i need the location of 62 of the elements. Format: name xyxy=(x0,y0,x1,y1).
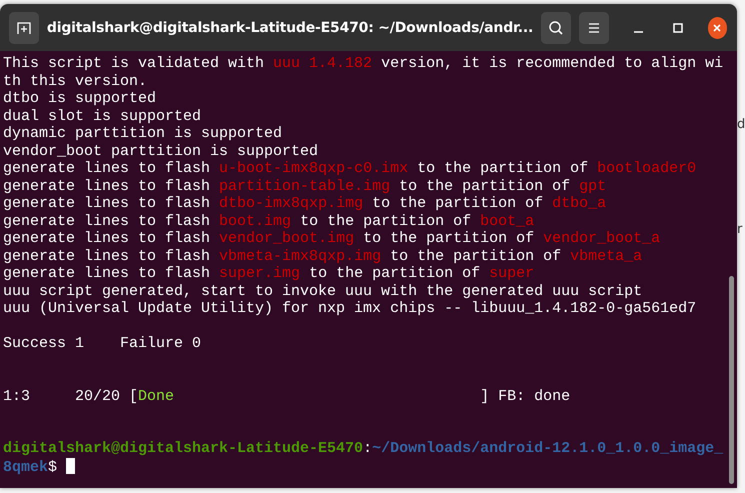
terminal-text: uuu script generated, start to invoke uuu with the generated uuu script xyxy=(3,282,642,300)
terminal-text: dynamic parttition is supported xyxy=(3,125,282,142)
search-button[interactable] xyxy=(541,12,571,44)
terminal-text: super xyxy=(489,265,534,282)
menu-icon xyxy=(586,22,601,34)
terminal-text: ] FB: done xyxy=(479,388,570,404)
terminal-text: vendor_boot parttition is supported xyxy=(3,142,318,160)
terminal-text: uuu 1.4.182 xyxy=(273,55,372,72)
terminal-text: bootloader0 xyxy=(597,160,696,177)
terminal-text: Success 1 Failure 0 xyxy=(3,335,202,352)
new-tab-button[interactable] xyxy=(9,12,39,44)
terminal-text: vbmeta-imx8qxp.img xyxy=(219,248,382,264)
close-icon xyxy=(711,22,724,34)
minimize-icon xyxy=(634,30,644,32)
text-cursor xyxy=(66,458,76,474)
close-button[interactable] xyxy=(708,16,727,38)
terminal-text: vendor_boot.img xyxy=(219,230,354,247)
terminal-text: dtbo_a xyxy=(552,195,606,212)
terminal-text: digitalshark@digitalshark-Latitude-E5470 xyxy=(3,440,364,457)
terminal-text: generate lines to flash xyxy=(3,160,212,177)
terminal-text: This script is validated with xyxy=(3,55,266,72)
terminal-text: to the partition of xyxy=(389,248,562,264)
terminal-text: boot_a xyxy=(480,212,534,230)
terminal-text: ~/Downloads/android-12.1.0_1.0.0_image_ xyxy=(372,440,724,457)
terminal-text: to the partition of xyxy=(299,212,472,230)
new-tab-icon xyxy=(16,20,32,36)
maximize-icon xyxy=(672,22,684,34)
terminal-text: partition-table.img xyxy=(219,178,390,194)
window-title: digitalshark@digitalshark-Latitude-E5470: ~/Downloads/andr... xyxy=(46,20,534,36)
terminal-text: to the partition of xyxy=(371,195,544,212)
terminal-text: super.img xyxy=(219,265,300,282)
search-icon xyxy=(548,20,564,36)
terminal-text: to the partition of xyxy=(362,230,536,247)
background-text: r xyxy=(737,222,742,238)
menu-button[interactable] xyxy=(579,12,609,44)
terminal-text: gpt xyxy=(579,178,606,194)
terminal-text: Done xyxy=(138,388,174,404)
terminal-text: to the partition of xyxy=(416,160,590,177)
terminal-text: uuu (Universal Update Utility) for nxp imx chips -- libuuu_1.4.182-0-ga561ed7 xyxy=(3,300,696,317)
background-text: d xyxy=(737,117,745,133)
terminal-text: th this version. xyxy=(3,72,148,90)
terminal-text: vendor_boot_a xyxy=(543,230,660,247)
terminal-text: generate lines to flash xyxy=(3,178,212,194)
terminal-text: 1:3 20/20 [ xyxy=(3,388,138,404)
terminal-text: boot.img xyxy=(219,212,292,230)
terminal-text: generate lines to flash xyxy=(3,265,212,282)
terminal-text: vbmeta_a xyxy=(570,248,642,264)
terminal-text: u-boot-imx8qxp-c0.imx xyxy=(219,160,408,177)
terminal-text: version, it is recommended to align wi xyxy=(380,55,724,72)
terminal-text: $ xyxy=(48,458,58,476)
terminal-text: dual slot is supported xyxy=(3,108,202,124)
terminal-text: : xyxy=(363,440,372,457)
terminal-text: dtbo is supported xyxy=(3,90,156,107)
terminal-text: generate lines to flash xyxy=(3,195,212,212)
terminal-text: generate lines to flash xyxy=(3,248,212,264)
scrollbar-thumb[interactable] xyxy=(729,276,734,484)
terminal-text: generate lines to flash xyxy=(3,212,212,230)
terminal-text: dtbo-imx8qxp.img xyxy=(219,195,364,212)
terminal-text: generate lines to flash xyxy=(3,230,212,247)
terminal-text: 8qmek xyxy=(3,458,48,476)
terminal-text: to the partition of xyxy=(308,265,482,282)
terminal-text: to the partition of xyxy=(398,178,572,194)
